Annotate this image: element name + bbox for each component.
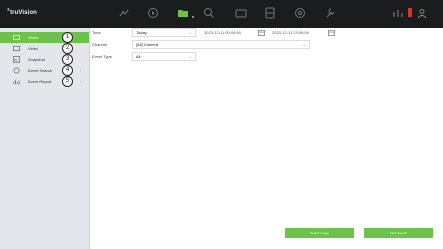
config-icon[interactable] <box>294 7 306 19</box>
sidebar-item-label: Event Report <box>28 79 52 84</box>
mark-search-button[interactable]: Mark Search <box>364 228 433 238</box>
sidebar: Video 1 Video 2 Snapshot 3 Event Search … <box>0 28 90 249</box>
callout-badge: 3 <box>62 54 73 65</box>
sidebar-item-event-search[interactable]: Event Search 4 › <box>0 65 89 76</box>
callout-badge: 1 <box>62 32 73 43</box>
maintenance-icon[interactable] <box>324 7 336 19</box>
video-icon <box>13 45 20 52</box>
top-bar: ®truVision <box>0 0 443 28</box>
user-icon[interactable] <box>416 7 428 19</box>
callout-badge: 4 <box>62 65 73 76</box>
calendar-icon[interactable] <box>258 29 265 36</box>
channel-label: Channel <box>92 42 107 47</box>
playback-icon[interactable] <box>147 7 159 19</box>
event-type-row: Event Type All ⌄ <box>92 51 342 62</box>
search-button[interactable]: Search Image <box>285 228 354 238</box>
callout-badge: 5 <box>62 76 73 87</box>
sidebar-item-label: Video <box>28 35 39 40</box>
truvision-logo: ®truVision <box>7 7 37 16</box>
event-report-icon <box>13 78 20 85</box>
chevron-down-icon: ⌄ <box>188 30 192 35</box>
chevron-down-icon: ⌄ <box>302 42 306 47</box>
folder-search-icon[interactable] <box>177 7 189 19</box>
sidebar-item-snapshot[interactable]: Snapshot 3 <box>0 54 89 65</box>
live-view-icon[interactable] <box>118 7 130 19</box>
sidebar-item-video-2[interactable]: Video 2 <box>0 43 89 54</box>
sidebar-item-video[interactable]: Video 1 <box>0 32 89 43</box>
callout-badge: 2 <box>62 43 73 54</box>
menu-dot <box>192 16 194 18</box>
start-time-field[interactable]: 2023-12-11 00:00:00 <box>204 28 241 37</box>
record-indicator-icon <box>408 8 412 17</box>
end-time-field[interactable]: 2023-12-11 23:59:59 <box>272 28 309 37</box>
time-label: Time <box>92 30 101 35</box>
display-icon[interactable] <box>235 7 247 19</box>
chevron-right-icon: › <box>80 68 82 73</box>
time-select[interactable]: Today ⌄ <box>132 28 196 37</box>
calendar-icon[interactable] <box>328 29 335 36</box>
video-icon <box>13 34 20 41</box>
sidebar-item-label: Video <box>28 46 39 51</box>
event-type-select[interactable]: All ⌄ <box>132 52 196 61</box>
device-search-icon[interactable] <box>203 7 215 19</box>
chevron-down-icon: ⌄ <box>188 54 192 59</box>
alarm-icon[interactable] <box>392 7 404 19</box>
chevron-right-icon: › <box>80 79 82 84</box>
event-search-icon <box>13 67 20 74</box>
sidebar-item-label: Event Search <box>28 68 53 73</box>
sidebar-item-event-report[interactable]: Event Report 5 › <box>0 76 89 87</box>
snapshot-icon <box>13 56 20 63</box>
storage-icon[interactable] <box>264 7 276 19</box>
time-row: Time Today ⌄ 2023-12-11 00:00:00 2023-12… <box>92 27 342 38</box>
event-type-label: Event Type <box>92 54 112 59</box>
sidebar-item-label: Snapshot <box>28 57 45 62</box>
channel-select[interactable]: [All] Camera ⌄ <box>132 40 310 49</box>
channel-row: Channel [All] Camera ⌄ <box>92 39 342 50</box>
